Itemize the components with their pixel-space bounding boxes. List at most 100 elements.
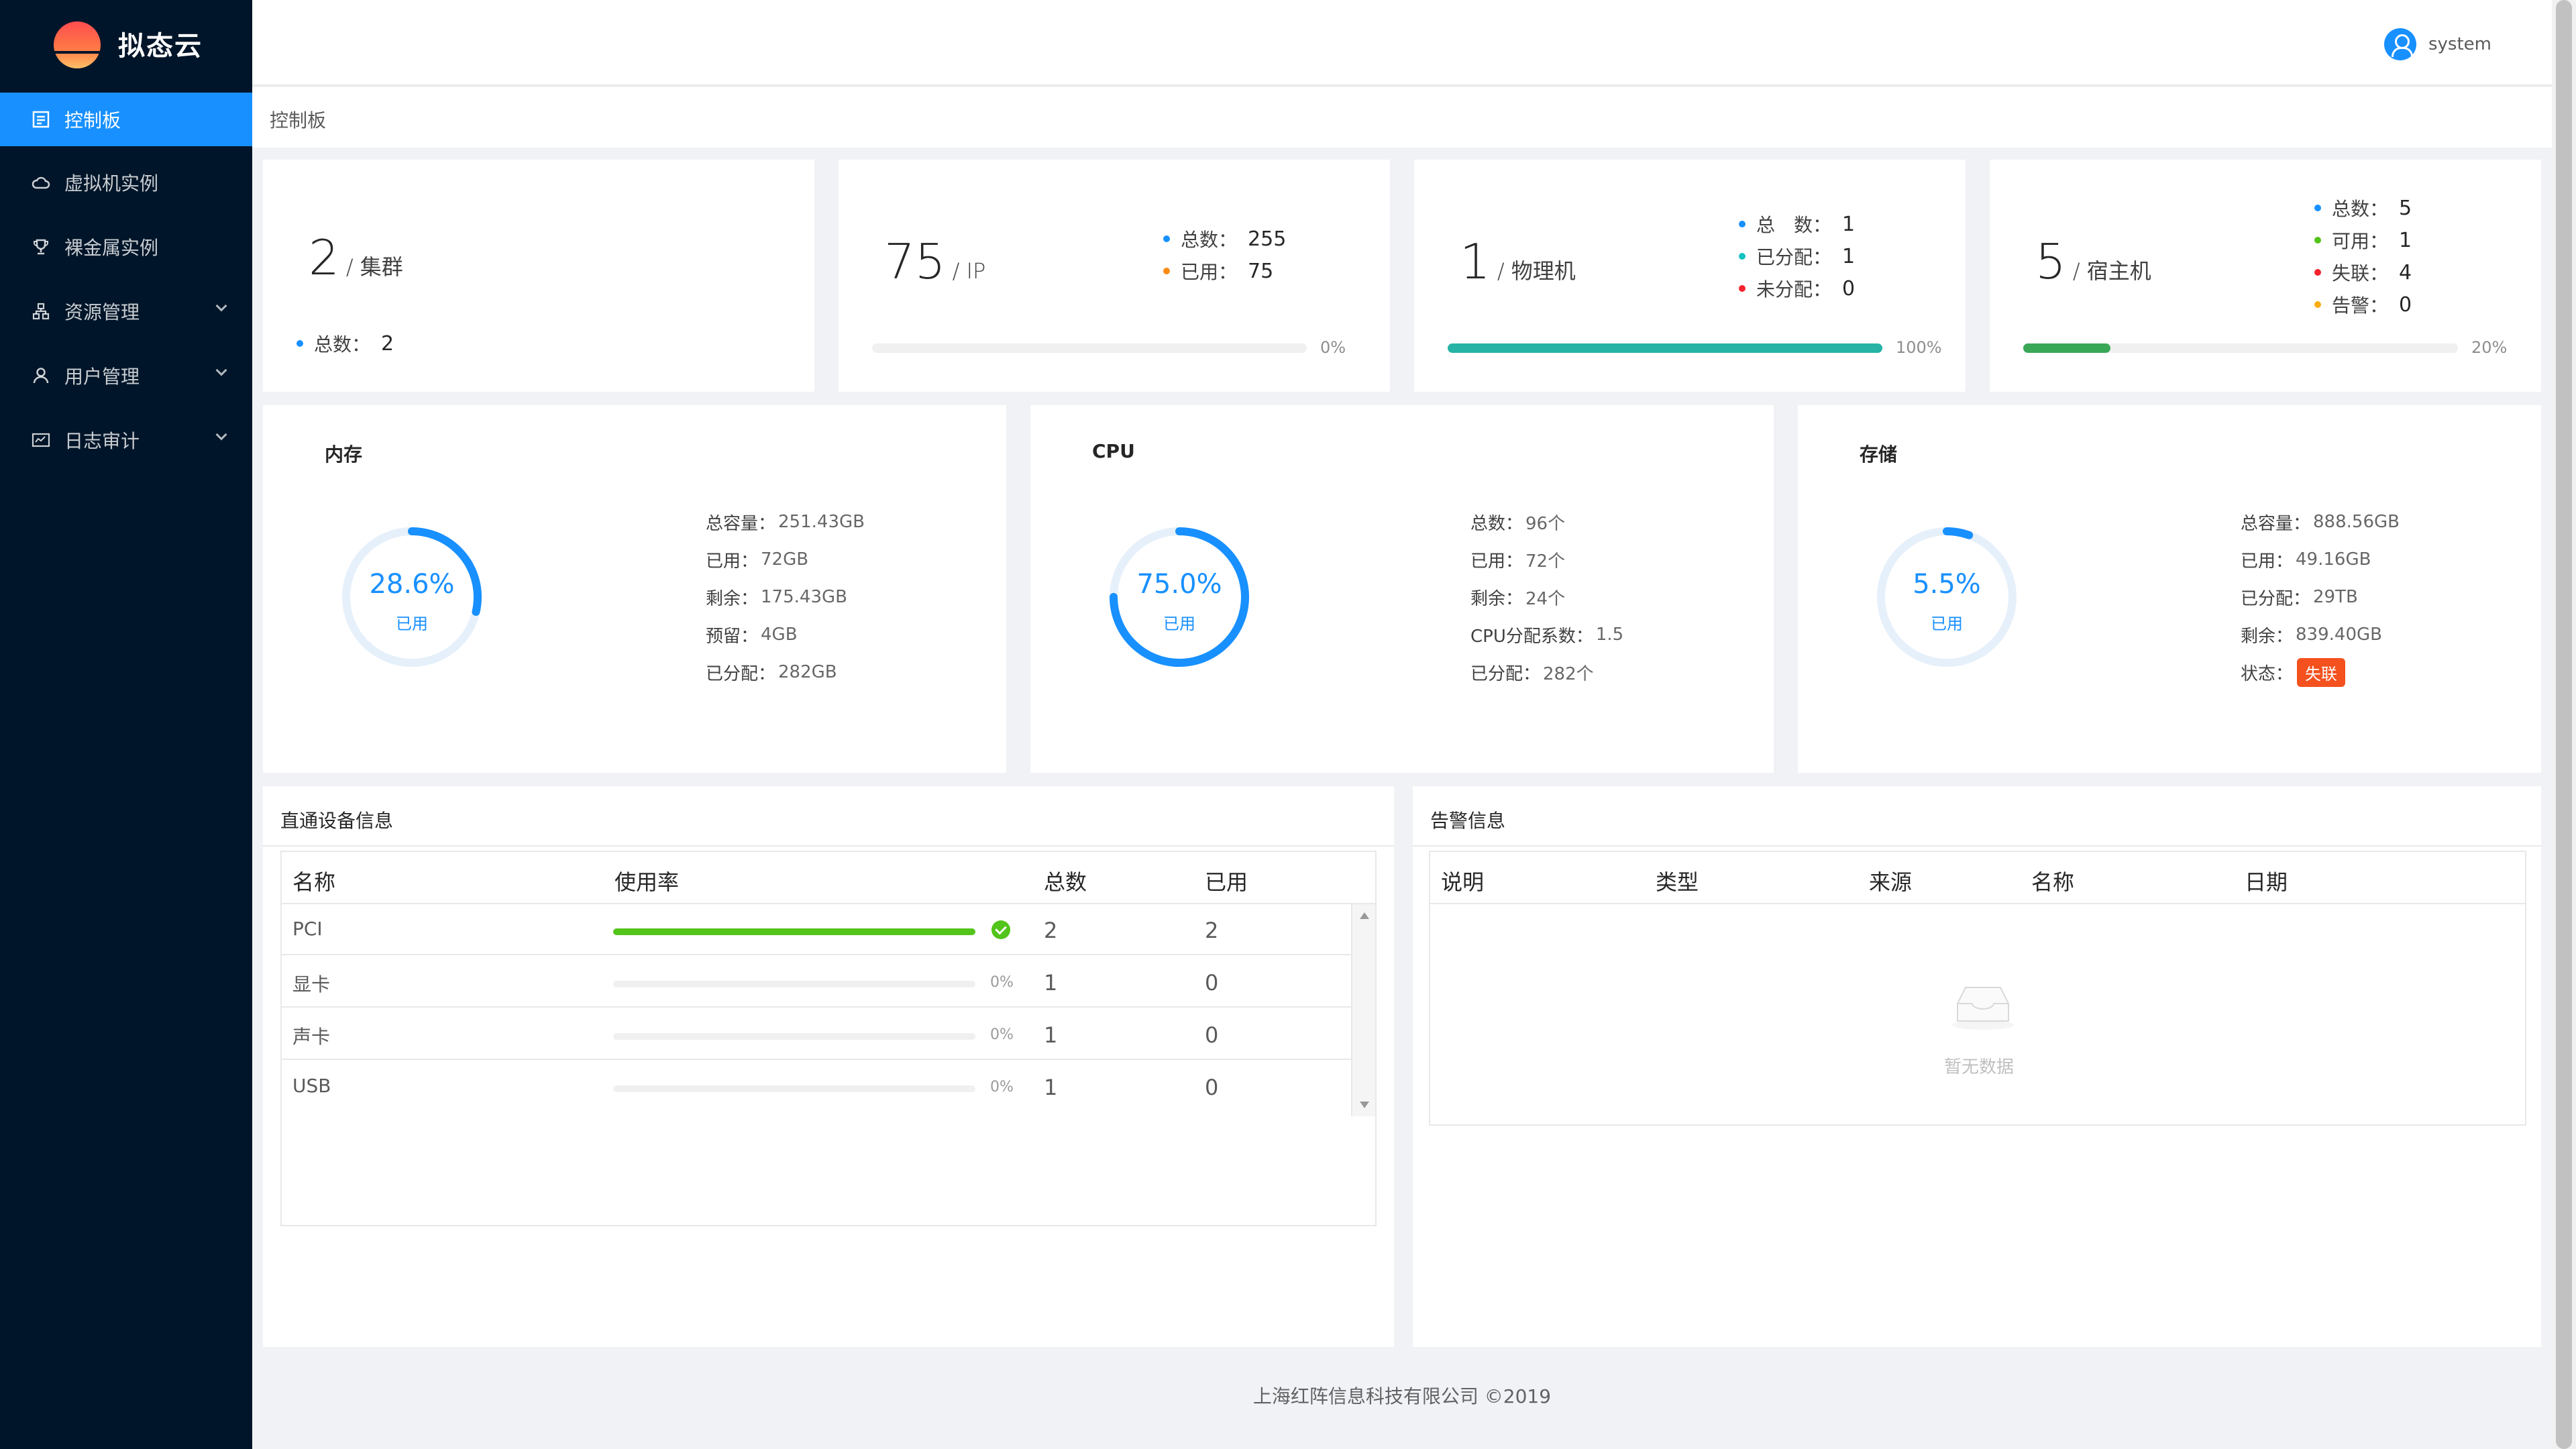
host-unit: / 宿主机 bbox=[2072, 258, 2151, 284]
memory-usage-label: 已用 bbox=[396, 614, 428, 633]
column-header[interactable]: 名称 bbox=[292, 865, 335, 896]
physical-unit: / 物理机 bbox=[1497, 258, 1576, 284]
column-header[interactable]: 说明 bbox=[1441, 865, 1484, 896]
audit-log-icon bbox=[31, 430, 51, 450]
sidebar-item-resource-management[interactable]: 资源管理 bbox=[0, 284, 252, 338]
legend-dot-icon bbox=[2314, 205, 2321, 211]
device-used: 0 bbox=[1205, 970, 1219, 996]
legend-dot-icon bbox=[2314, 237, 2321, 244]
device-total: 1 bbox=[1044, 970, 1058, 996]
column-header[interactable]: 使用率 bbox=[614, 865, 679, 896]
column-header[interactable]: 日期 bbox=[2245, 865, 2288, 896]
cpu-usage-percent: 75.0% bbox=[1136, 569, 1222, 600]
chevron-down-icon bbox=[215, 429, 227, 441]
user-menu[interactable]: system bbox=[2384, 28, 2491, 60]
top-header: system bbox=[252, 0, 2552, 86]
storage-usage-percent: 5.5% bbox=[1913, 569, 1981, 600]
chevron-down-icon bbox=[215, 300, 227, 312]
ip-usage-percent: 0% bbox=[1320, 338, 1346, 357]
app-name: 拟态云 bbox=[118, 31, 203, 62]
column-header[interactable]: 已用 bbox=[1205, 865, 1248, 896]
storage-card: 存储 5.5% 已用 总容量： 888.56GB 已用： 49.16GB 已分配： 2… bbox=[1798, 405, 2541, 773]
scroll-up-icon[interactable] bbox=[1360, 912, 1369, 919]
table-header: 名称 使用率 总数 已用 bbox=[282, 852, 1375, 904]
device-total: 1 bbox=[1044, 1022, 1058, 1048]
legend-dot-icon bbox=[1739, 253, 1746, 260]
physical-usage-fill bbox=[1448, 343, 1882, 353]
sidebar-item-log-audit[interactable]: 日志审计 bbox=[0, 413, 252, 467]
table-scrollbar[interactable] bbox=[1351, 904, 1375, 1116]
memory-title: 内存 bbox=[325, 443, 363, 466]
column-header[interactable]: 来源 bbox=[1869, 865, 1912, 896]
host-usage-bar bbox=[2023, 343, 2458, 353]
passthrough-device-panel: 直通设备信息 名称 使用率 总数 已用 PCI 2 2 显卡 0% 1 0 声卡… bbox=[263, 786, 1394, 1347]
column-header[interactable]: 总数 bbox=[1044, 865, 1087, 896]
host-usage-percent: 20% bbox=[2471, 338, 2508, 357]
page-scrollbar-thumb[interactable] bbox=[2556, 0, 2572, 1449]
device-used: 0 bbox=[1205, 1022, 1219, 1048]
host-stat-card: 5/ 宿主机 总数： 5 可用： 1 失联： 4 告警： 0 20% bbox=[1990, 160, 2541, 392]
storage-status-label: 状态： bbox=[2241, 663, 2294, 684]
usage-fill bbox=[613, 928, 975, 935]
sidebar-item-label: 日志审计 bbox=[64, 430, 140, 452]
physical-usage-bar bbox=[1448, 343, 1882, 353]
legend-dot-icon bbox=[1739, 285, 1746, 292]
table-row[interactable]: 显卡 0% 1 0 bbox=[282, 957, 1351, 1008]
sidebar-item-user-management[interactable]: 用户管理 bbox=[0, 349, 252, 402]
usage-bar bbox=[613, 981, 975, 987]
check-circle-icon bbox=[991, 920, 1010, 939]
table-row[interactable]: USB 0% 1 0 bbox=[282, 1061, 1351, 1112]
app-logo[interactable]: 拟态云 bbox=[0, 0, 252, 90]
device-name: 声卡 bbox=[292, 1026, 331, 1048]
user-icon bbox=[31, 366, 51, 386]
legend-dot-icon bbox=[297, 340, 303, 347]
breadcrumb: 控制板 bbox=[252, 87, 2552, 148]
ip-legend: 总数： 255 已用： 75 bbox=[1163, 227, 1286, 283]
cluster-legend: 总数： 2 bbox=[297, 331, 394, 356]
dashboard-icon bbox=[31, 109, 51, 129]
table-row[interactable]: 声卡 0% 1 0 bbox=[282, 1009, 1351, 1060]
sidebar-item-dashboard[interactable]: 控制板 bbox=[0, 93, 252, 146]
alert-panel-title: 告警信息 bbox=[1430, 810, 1506, 832]
column-header[interactable]: 类型 bbox=[1656, 865, 1699, 896]
usage-percent: 0% bbox=[990, 1079, 1014, 1095]
panel-divider bbox=[1413, 845, 2541, 847]
physical-usage-percent: 100% bbox=[1896, 338, 1942, 357]
usage-bar bbox=[613, 1033, 975, 1040]
passthrough-panel-title: 直通设备信息 bbox=[280, 810, 394, 832]
cloud-icon bbox=[31, 172, 51, 193]
scroll-down-icon[interactable] bbox=[1360, 1102, 1369, 1108]
sidebar-item-baremetal-instances[interactable]: 裸金属实例 bbox=[0, 220, 252, 274]
usage-percent: 0% bbox=[990, 1026, 1014, 1043]
memory-usage-percent: 28.6% bbox=[369, 569, 455, 600]
sidebar-item-label: 资源管理 bbox=[64, 301, 140, 323]
legend-dot-icon bbox=[1163, 235, 1170, 242]
cluster-count: 2/ 集群 bbox=[309, 229, 403, 286]
cpu-title: CPU bbox=[1092, 440, 1135, 462]
status-badge: 失联 bbox=[2297, 657, 2346, 687]
breadcrumb-current: 控制板 bbox=[270, 109, 327, 131]
memory-card: 内存 28.6% 已用 总容量： 251.43GB 已用： 72GB 剩余： 175.… bbox=[263, 405, 1006, 773]
passthrough-table: 名称 使用率 总数 已用 PCI 2 2 显卡 0% 1 0 声卡 0% 1 0 bbox=[280, 851, 1377, 1226]
legend-dot-icon bbox=[1739, 221, 1746, 227]
legend-dot-icon bbox=[2314, 301, 2321, 308]
cpu-card: CPU 75.0% 已用 总数： 96个 已用： 72个 剩余： 24个 CPU分配系… bbox=[1030, 405, 1774, 773]
storage-details: 总容量： 888.56GB 已用： 49.16GB 已分配： 29TB 剩余： 839.… bbox=[2241, 503, 2400, 691]
cpu-details: 总数： 96个 已用： 72个 剩余： 24个 CPU分配系数： 1.5 已分配： 282… bbox=[1470, 513, 1624, 684]
column-header[interactable]: 名称 bbox=[2031, 865, 2074, 896]
device-name: PCI bbox=[292, 918, 323, 940]
ip-usage-bar bbox=[872, 343, 1307, 353]
chevron-down-icon bbox=[215, 364, 227, 376]
device-used: 0 bbox=[1205, 1075, 1219, 1100]
cluster-icon bbox=[31, 301, 51, 321]
empty-state-text: 暂无数据 bbox=[1943, 1057, 2014, 1077]
sidebar: 拟态云 控制板 虚拟机实例 裸金属实例 资源管理 用户管理 日志审计 bbox=[0, 0, 252, 1449]
sidebar-item-label: 控制板 bbox=[64, 109, 121, 131]
trophy-icon bbox=[31, 237, 51, 257]
user-avatar-icon bbox=[2384, 28, 2416, 60]
device-used: 2 bbox=[1205, 918, 1219, 943]
cluster-stat-card: 2/ 集群 总数： 2 bbox=[263, 160, 814, 392]
sidebar-item-vm-instances[interactable]: 虚拟机实例 bbox=[0, 156, 252, 209]
table-row[interactable]: PCI 2 2 bbox=[282, 904, 1351, 955]
sidebar-item-label: 用户管理 bbox=[64, 366, 140, 388]
